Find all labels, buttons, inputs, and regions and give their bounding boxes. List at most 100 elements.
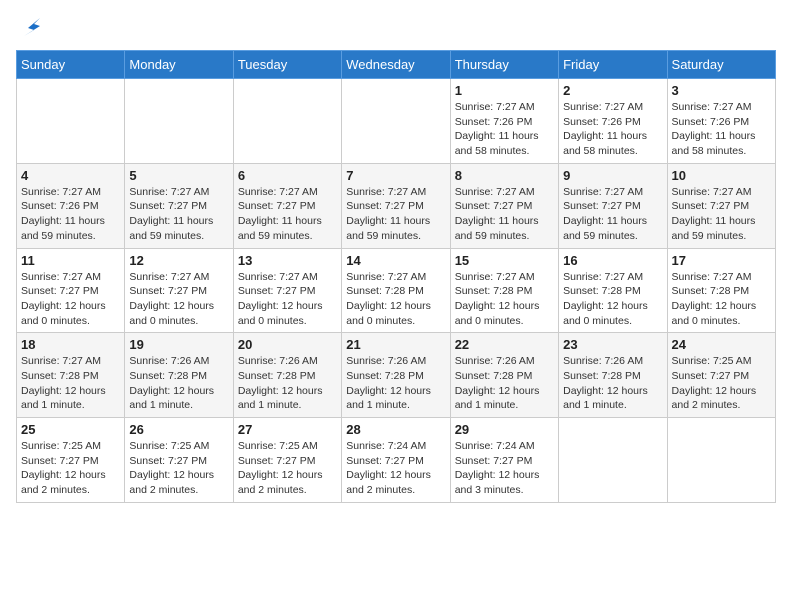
- calendar-cell: 27 Sunrise: 7:25 AM Sunset: 7:27 PM Dayli…: [233, 418, 341, 503]
- day-info: Sunrise: 7:27 AM Sunset: 7:28 PM Dayligh…: [672, 270, 771, 329]
- day-number: 14: [346, 253, 445, 268]
- day-info: Sunrise: 7:27 AM Sunset: 7:27 PM Dayligh…: [21, 270, 120, 329]
- day-number: 29: [455, 422, 554, 437]
- calendar-cell: 17 Sunrise: 7:27 AM Sunset: 7:28 PM Dayli…: [667, 248, 775, 333]
- day-info: Sunrise: 7:27 AM Sunset: 7:27 PM Dayligh…: [672, 185, 771, 244]
- calendar-header-tuesday: Tuesday: [233, 51, 341, 79]
- calendar-cell: 14Sunrise: 7:27 AM Sunset: 7:28 PM Dayli…: [342, 248, 450, 333]
- calendar-header-wednesday: Wednesday: [342, 51, 450, 79]
- day-info: Sunrise: 7:27 AM Sunset: 7:27 PM Dayligh…: [563, 185, 662, 244]
- day-number: 9: [563, 168, 662, 183]
- calendar-cell: 24 Sunrise: 7:25 AM Sunset: 7:27 PM Dayli…: [667, 333, 775, 418]
- calendar-cell: 28 Sunrise: 7:24 AM Sunset: 7:27 PM Dayli…: [342, 418, 450, 503]
- day-number: 2: [563, 83, 662, 98]
- day-number: 18: [21, 337, 120, 352]
- day-number: 3: [672, 83, 771, 98]
- calendar-cell: 29 Sunrise: 7:24 AM Sunset: 7:27 PM Dayli…: [450, 418, 558, 503]
- calendar-cell: 2 Sunrise: 7:27 AM Sunset: 7:26 PM Daylig…: [559, 79, 667, 164]
- calendar-cell: [17, 79, 125, 164]
- day-number: 25: [21, 422, 120, 437]
- day-info: Sunrise: 7:25 AM Sunset: 7:27 PM Dayligh…: [672, 354, 771, 413]
- day-number: 28: [346, 422, 445, 437]
- day-info: Sunrise: 7:27 AM Sunset: 7:27 PM Dayligh…: [238, 185, 337, 244]
- calendar-cell: [233, 79, 341, 164]
- calendar-week-row: 11 Sunrise: 7:27 AM Sunset: 7:27 PM Dayli…: [17, 248, 776, 333]
- day-info: Sunrise: 7:24 AM Sunset: 7:27 PM Dayligh…: [346, 439, 445, 498]
- calendar-cell: 13Sunrise: 7:27 AM Sunset: 7:27 PM Dayli…: [233, 248, 341, 333]
- day-info: Sunrise: 7:27 AM Sunset: 7:27 PM Dayligh…: [129, 270, 228, 329]
- calendar-header-friday: Friday: [559, 51, 667, 79]
- day-number: 1: [455, 83, 554, 98]
- calendar-week-row: 4 Sunrise: 7:27 AM Sunset: 7:26 PM Daylig…: [17, 163, 776, 248]
- day-info: Sunrise: 7:26 AM Sunset: 7:28 PM Dayligh…: [563, 354, 662, 413]
- day-number: 20: [238, 337, 337, 352]
- calendar-cell: 26Sunrise: 7:25 AM Sunset: 7:27 PM Dayli…: [125, 418, 233, 503]
- day-info: Sunrise: 7:26 AM Sunset: 7:28 PM Dayligh…: [455, 354, 554, 413]
- day-number: 11: [21, 253, 120, 268]
- calendar-cell: [667, 418, 775, 503]
- calendar-header-thursday: Thursday: [450, 51, 558, 79]
- day-number: 6: [238, 168, 337, 183]
- day-info: Sunrise: 7:27 AM Sunset: 7:27 PM Dayligh…: [129, 185, 228, 244]
- calendar-cell: 9 Sunrise: 7:27 AM Sunset: 7:27 PM Daylig…: [559, 163, 667, 248]
- day-info: Sunrise: 7:27 AM Sunset: 7:27 PM Dayligh…: [455, 185, 554, 244]
- day-number: 5: [129, 168, 228, 183]
- calendar-cell: 18 Sunrise: 7:27 AM Sunset: 7:28 PM Dayli…: [17, 333, 125, 418]
- day-info: Sunrise: 7:27 AM Sunset: 7:26 PM Dayligh…: [455, 100, 554, 159]
- day-info: Sunrise: 7:27 AM Sunset: 7:28 PM Dayligh…: [21, 354, 120, 413]
- day-number: 27: [238, 422, 337, 437]
- calendar-header-row: SundayMondayTuesdayWednesdayThursdayFrid…: [17, 51, 776, 79]
- day-info: Sunrise: 7:27 AM Sunset: 7:28 PM Dayligh…: [455, 270, 554, 329]
- calendar-cell: 10 Sunrise: 7:27 AM Sunset: 7:27 PM Dayli…: [667, 163, 775, 248]
- day-number: 16: [563, 253, 662, 268]
- calendar-week-row: 18 Sunrise: 7:27 AM Sunset: 7:28 PM Dayli…: [17, 333, 776, 418]
- day-number: 22: [455, 337, 554, 352]
- day-number: 21: [346, 337, 445, 352]
- day-info: Sunrise: 7:27 AM Sunset: 7:26 PM Dayligh…: [563, 100, 662, 159]
- calendar: SundayMondayTuesdayWednesdayThursdayFrid…: [16, 50, 776, 503]
- calendar-header-sunday: Sunday: [17, 51, 125, 79]
- calendar-header-saturday: Saturday: [667, 51, 775, 79]
- day-number: 4: [21, 168, 120, 183]
- calendar-cell: 15 Sunrise: 7:27 AM Sunset: 7:28 PM Dayli…: [450, 248, 558, 333]
- day-info: Sunrise: 7:27 AM Sunset: 7:26 PM Dayligh…: [21, 185, 120, 244]
- calendar-cell: 8 Sunrise: 7:27 AM Sunset: 7:27 PM Daylig…: [450, 163, 558, 248]
- calendar-cell: 12 Sunrise: 7:27 AM Sunset: 7:27 PM Dayli…: [125, 248, 233, 333]
- day-number: 8: [455, 168, 554, 183]
- calendar-cell: 20 Sunrise: 7:26 AM Sunset: 7:28 PM Dayli…: [233, 333, 341, 418]
- day-info: Sunrise: 7:24 AM Sunset: 7:27 PM Dayligh…: [455, 439, 554, 498]
- day-info: Sunrise: 7:27 AM Sunset: 7:26 PM Dayligh…: [672, 100, 771, 159]
- calendar-cell: 4 Sunrise: 7:27 AM Sunset: 7:26 PM Daylig…: [17, 163, 125, 248]
- logo-icon: [20, 16, 44, 40]
- calendar-cell: 11 Sunrise: 7:27 AM Sunset: 7:27 PM Dayli…: [17, 248, 125, 333]
- day-number: 15: [455, 253, 554, 268]
- day-info: Sunrise: 7:25 AM Sunset: 7:27 PM Dayligh…: [238, 439, 337, 498]
- day-number: 7: [346, 168, 445, 183]
- calendar-header-monday: Monday: [125, 51, 233, 79]
- calendar-cell: 19Sunrise: 7:26 AM Sunset: 7:28 PM Dayli…: [125, 333, 233, 418]
- day-number: 12: [129, 253, 228, 268]
- calendar-cell: [125, 79, 233, 164]
- calendar-cell: 6 Sunrise: 7:27 AM Sunset: 7:27 PM Daylig…: [233, 163, 341, 248]
- day-number: 10: [672, 168, 771, 183]
- day-number: 26: [129, 422, 228, 437]
- day-number: 13: [238, 253, 337, 268]
- day-number: 17: [672, 253, 771, 268]
- day-info: Sunrise: 7:27 AM Sunset: 7:28 PM Dayligh…: [563, 270, 662, 329]
- day-info: Sunrise: 7:25 AM Sunset: 7:27 PM Dayligh…: [21, 439, 120, 498]
- day-info: Sunrise: 7:26 AM Sunset: 7:28 PM Dayligh…: [238, 354, 337, 413]
- calendar-cell: 25 Sunrise: 7:25 AM Sunset: 7:27 PM Dayli…: [17, 418, 125, 503]
- calendar-cell: [559, 418, 667, 503]
- header: [16, 16, 776, 40]
- day-number: 24: [672, 337, 771, 352]
- calendar-cell: 16 Sunrise: 7:27 AM Sunset: 7:28 PM Dayli…: [559, 248, 667, 333]
- day-info: Sunrise: 7:26 AM Sunset: 7:28 PM Dayligh…: [346, 354, 445, 413]
- calendar-cell: 3 Sunrise: 7:27 AM Sunset: 7:26 PM Daylig…: [667, 79, 775, 164]
- logo: [16, 16, 44, 40]
- day-info: Sunrise: 7:27 AM Sunset: 7:27 PM Dayligh…: [346, 185, 445, 244]
- calendar-cell: 23Sunrise: 7:26 AM Sunset: 7:28 PM Dayli…: [559, 333, 667, 418]
- day-info: Sunrise: 7:26 AM Sunset: 7:28 PM Dayligh…: [129, 354, 228, 413]
- calendar-cell: [342, 79, 450, 164]
- calendar-cell: 22 Sunrise: 7:26 AM Sunset: 7:28 PM Dayli…: [450, 333, 558, 418]
- calendar-cell: 21 Sunrise: 7:26 AM Sunset: 7:28 PM Dayli…: [342, 333, 450, 418]
